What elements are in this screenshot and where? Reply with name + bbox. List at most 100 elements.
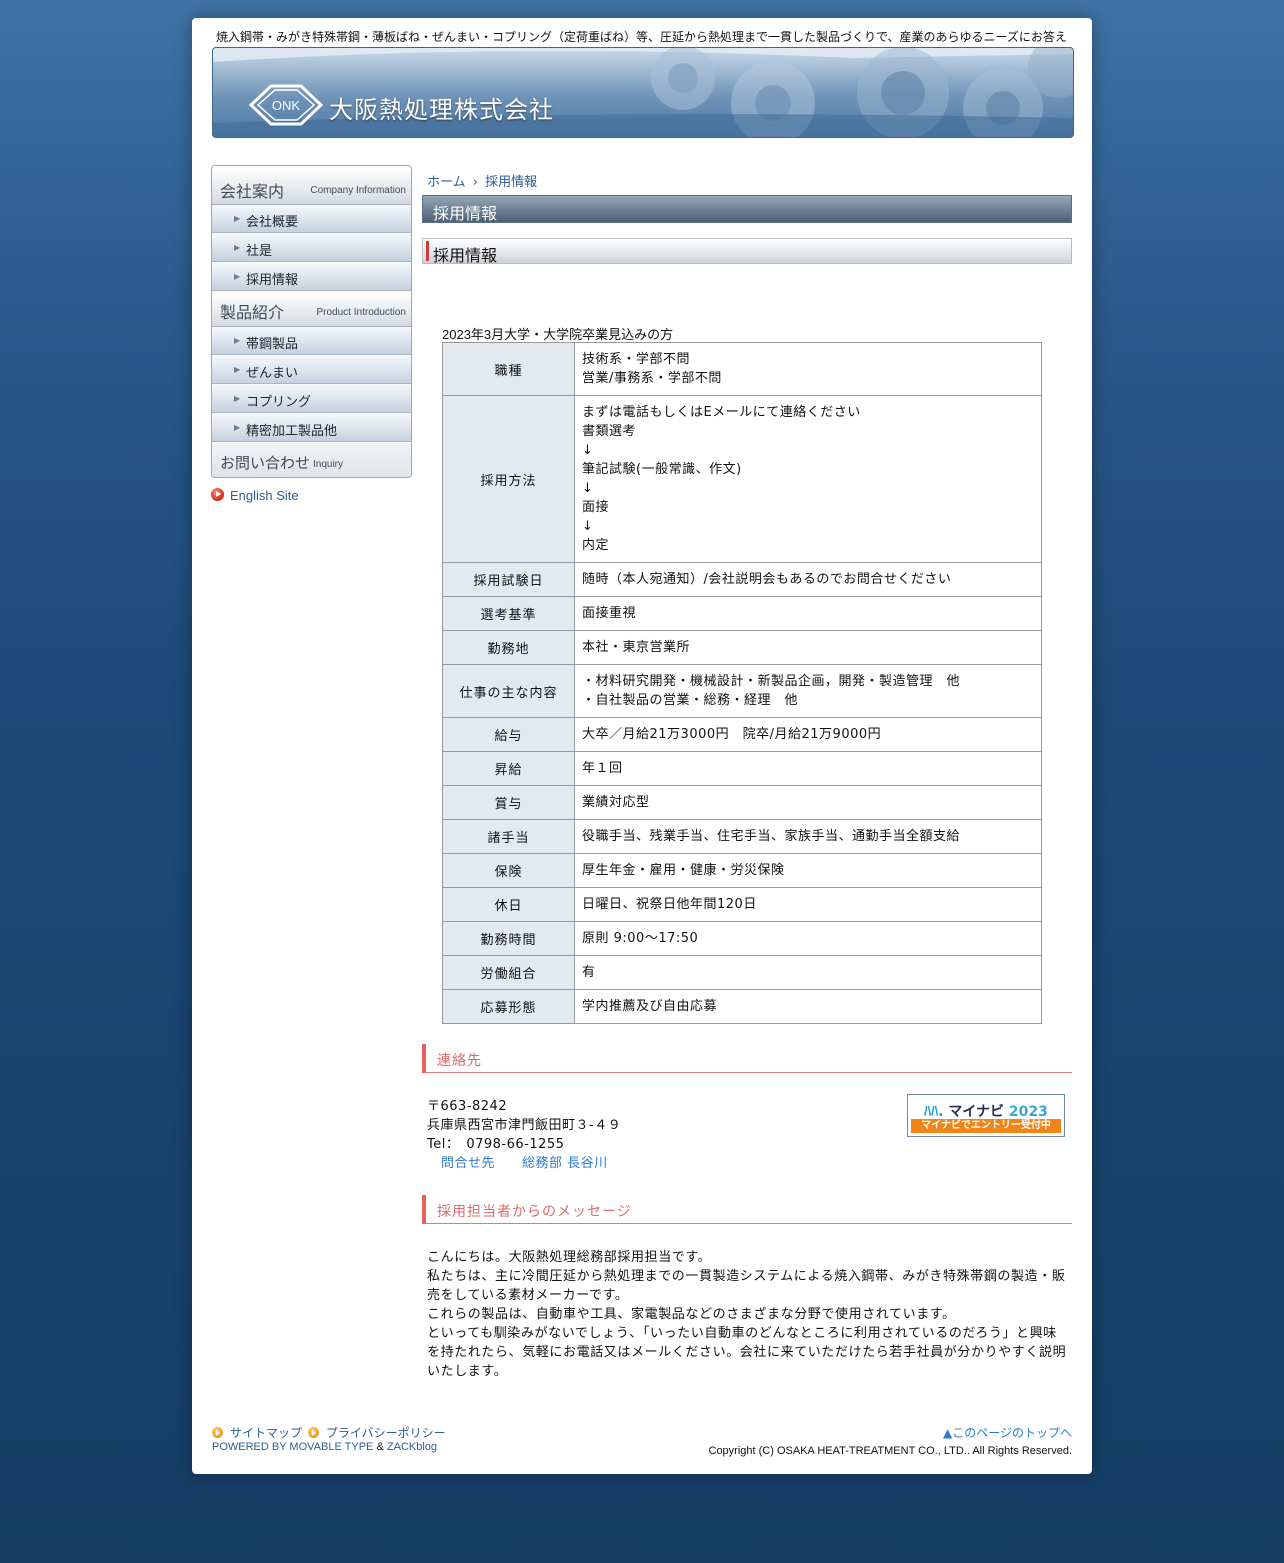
sidebar-inquiry-en: Inquiry xyxy=(313,459,344,470)
table-row: 休日 日曜日、祝祭日他年間120日 xyxy=(442,887,1042,922)
sidebar-item-spiral-spring[interactable]: ▶ ぜんまい xyxy=(212,356,411,385)
table-cell-line: 有 xyxy=(582,965,596,980)
english-site-link[interactable]: English Site xyxy=(211,488,299,503)
triangle-right-icon: ▶ xyxy=(234,214,241,223)
sidebar-heading-company[interactable]: 会社案内 Company Information xyxy=(212,166,411,205)
powered-by: POWERED BY MOVABLE TYPE & ZACKblog xyxy=(212,1441,437,1453)
inquiry-contact-link[interactable]: 問合せ先 総務部 長谷川 xyxy=(427,1154,621,1173)
section-title-bar: 採用情報 xyxy=(422,238,1072,265)
table-cell-line: 面接重視 xyxy=(582,606,637,621)
sidebar-heading-products-jp: 製品紹介 xyxy=(220,303,285,322)
table-row-header: 昇給 xyxy=(442,751,575,786)
table-cell-line: 営業/事務系・学部不問 xyxy=(582,371,722,386)
table-row-header: 応募形態 xyxy=(442,989,575,1024)
contact-block: 〒663-8242 兵庫県西宮市津門飯田町３-４９ Tel： 0798-66-1… xyxy=(427,1097,621,1173)
table-cell-line: 業績対応型 xyxy=(582,795,650,810)
sidebar-item-label: 会社概要 xyxy=(246,215,299,230)
table-cell-line: 学内推薦及び自由応募 xyxy=(582,999,718,1014)
breadcrumb: ホーム › 採用情報 xyxy=(427,171,537,190)
table-cell-line: 技術系・学部不問 xyxy=(582,352,691,367)
breadcrumb-current-link[interactable]: 採用情報 xyxy=(485,175,537,190)
triangle-right-icon: ▶ xyxy=(234,394,241,403)
sidebar-item-coupling[interactable]: ▶ コプリング xyxy=(212,385,411,414)
sidebar-item-precision[interactable]: ▶ 精密加工製品他 xyxy=(212,414,411,443)
table-cell-line: ・材料研究開発・機械設計・新製品企画，開発・製造管理 他 xyxy=(582,674,961,689)
header-banner: ONK 大阪熱処理株式会社 xyxy=(212,47,1074,138)
sidebar-heading-products[interactable]: 製品紹介 Product Introduction xyxy=(212,292,411,327)
sidebar-nav: 会社案内 Company Information ▶ 会社概要 ▶ 社是 ▶ 採… xyxy=(211,165,412,478)
footer-links: サイトマップ プライバシーポリシー xyxy=(212,1424,448,1441)
sidebar-item-overview[interactable]: ▶ 会社概要 xyxy=(212,205,411,234)
sidebar-item-label: 採用情報 xyxy=(246,273,299,288)
table-row-value: 技術系・学部不問営業/事務系・学部不問 xyxy=(574,342,1042,396)
sidebar-item-strip-steel[interactable]: ▶ 帯鋼製品 xyxy=(212,327,411,356)
copyright: Copyright (C) OSAKA HEAT-TREATMENT CO., … xyxy=(708,1445,1073,1457)
table-cell-line: ↓ xyxy=(582,519,594,534)
table-row-value: 学内推薦及び自由応募 xyxy=(574,989,1042,1024)
table-cell-line: 書類選考 xyxy=(582,424,637,439)
sidebar-item-label: 帯鋼製品 xyxy=(246,337,299,352)
table-cell-line: 年１回 xyxy=(582,761,623,776)
zackblog-link[interactable]: ZACKblog xyxy=(387,1441,437,1453)
sidebar-item-inquiry[interactable]: お問い合わせ Inquiry xyxy=(212,443,411,477)
table-caption: 2023年3月大学・大学院卒業見込みの方 xyxy=(442,327,674,342)
page-container: 焼入鋼帯・みがき特殊帯鋼・薄板ばね・ぜんまい・コプリング（定荷重ばね）等、圧延か… xyxy=(192,18,1092,1474)
mynavi-brand: ﾊﾊ. マイナビ 2023 xyxy=(908,1101,1064,1121)
powered-amp: & xyxy=(376,1441,384,1453)
recruit-table: 職種 技術系・学部不問 営業/事務系・学部不問 採用方法 まずは電話もしくはEメールにて… xyxy=(442,342,1042,1024)
sidebar-item-label: 精密加工製品他 xyxy=(246,424,338,439)
table-row: 諸手当 役職手当、残業手当、住宅手当、家族手当、通勤手当全額支給 xyxy=(442,819,1042,854)
table-row-value: 日曜日、祝祭日他年間120日 xyxy=(574,887,1042,922)
table-row-header: 勤務地 xyxy=(442,630,575,665)
mynavi-entry-banner[interactable]: ﾊﾊ. マイナビ 2023 マイナビでエントリー受付中 xyxy=(907,1094,1065,1137)
sidebar-heading-products-en: Product Introduction xyxy=(316,307,407,318)
table-cell-line: 大卒／月給21万3000円 院卒/月給21万9000円 xyxy=(582,727,882,742)
table-row-value: ・材料研究開発・機械設計・新製品企画，開発・製造管理 他・自社製品の営業・総務・… xyxy=(574,664,1042,718)
privacy-policy-label: プライバシーポリシー xyxy=(325,1426,446,1440)
table-row: 応募形態 学内推薦及び自由応募 xyxy=(442,989,1042,1024)
sidebar-item-recruit[interactable]: ▶ 採用情報 xyxy=(212,263,411,292)
play-circle-icon xyxy=(212,1427,223,1438)
table-row: 仕事の主な内容 ・材料研究開発・機械設計・新製品企画，開発・製造管理 他・自社製品… xyxy=(442,664,1042,718)
triangle-right-icon: ▶ xyxy=(234,243,241,252)
movable-type-link[interactable]: POWERED BY MOVABLE TYPE xyxy=(212,1441,373,1453)
play-circle-icon xyxy=(307,1427,319,1438)
table-row: 勤務地 本社・東京営業所 xyxy=(442,630,1042,665)
table-cell-line: 随時（本人宛通知）/会社説明会もあるのでお問合せください xyxy=(582,572,952,587)
table-row: 採用試験日 随時（本人宛通知）/会社説明会もあるのでお問合せください xyxy=(442,562,1042,597)
table-row-value: 業績対応型 xyxy=(574,785,1042,820)
message-paragraph: といっても馴染みがないでしょう、「いったい自動車のどんなところに利用されているの… xyxy=(427,1326,1067,1379)
contact-heading: 連絡先 xyxy=(422,1044,1072,1073)
message-heading: 採用担当者からのメッセージ xyxy=(422,1195,1072,1224)
table-row: 給与 大卒／月給21万3000円 院卒/月給21万9000円 xyxy=(442,717,1042,752)
table-row: 採用方法 まずは電話もしくはEメールにて連絡ください 書類選考 ↓ 筆記試験(一般常識、… xyxy=(442,395,1042,563)
table-row-value: 年１回 xyxy=(574,751,1042,786)
breadcrumb-home-link[interactable]: ホーム xyxy=(427,175,466,190)
sidebar-inquiry-jp: お問い合わせ xyxy=(220,454,311,472)
table-row-value: 本社・東京営業所 xyxy=(574,630,1042,665)
table-cell-line: ↓ xyxy=(582,481,594,496)
table-cell-line: 厚生年金・雇用・健康・労災保険 xyxy=(582,863,785,878)
table-row-value: まずは電話もしくはEメールにて連絡ください 書類選考 ↓ 筆記試験(一般常識、作文) ↓… xyxy=(574,395,1042,563)
table-row-header: 採用方法 xyxy=(442,395,575,563)
table-row: 勤務時間 原則 9:00～17:50 xyxy=(442,921,1042,956)
back-to-top-link[interactable]: ▲このページのトップへ xyxy=(943,1424,1072,1441)
sidebar-item-motto[interactable]: ▶ 社是 xyxy=(212,234,411,263)
table-cell-line: 内定 xyxy=(582,538,610,553)
table-row-header: 賞与 xyxy=(442,785,575,820)
table-row: 保険 厚生年金・雇用・健康・労災保険 xyxy=(442,853,1042,888)
table-row-header: 勤務時間 xyxy=(442,921,575,956)
triangle-right-icon: ▶ xyxy=(234,272,241,281)
table-cell-line: 面接 xyxy=(582,500,610,515)
mynavi-logo-icon: ﾊﾊ. xyxy=(924,1104,944,1120)
privacy-policy-link[interactable]: プライバシーポリシー xyxy=(307,1426,446,1440)
page-title: 採用情報 xyxy=(433,204,498,223)
sidebar-item-label: 社是 xyxy=(246,244,273,259)
sidebar-heading-company-jp: 会社案内 xyxy=(220,182,285,201)
breadcrumb-separator: › xyxy=(472,175,478,190)
table-row: 職種 技術系・学部不問 営業/事務系・学部不問 xyxy=(442,342,1042,396)
table-row-header: 労働組合 xyxy=(442,955,575,990)
table-cell-line: まずは電話もしくはEメールにて連絡ください xyxy=(582,405,861,420)
message-paragraph: 私たちは、主に冷間圧延から熱処理までの一貫製造システムによる焼入鋼帯、みがき特殊… xyxy=(427,1269,1066,1303)
sitemap-link[interactable]: サイトマップ xyxy=(212,1426,302,1440)
